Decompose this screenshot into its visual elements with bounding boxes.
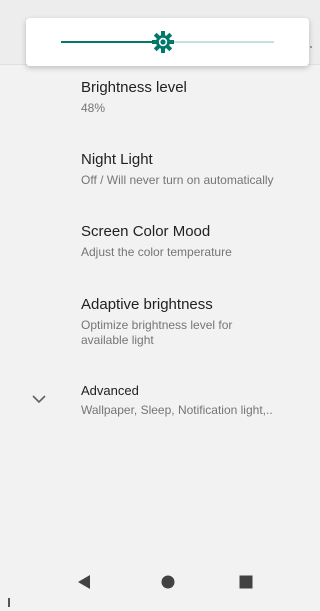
setting-summary: Off / Will never turn on automatically [81,173,274,187]
corner-mark [8,598,10,607]
recents-icon[interactable] [239,575,253,589]
brightness-slider[interactable] [61,31,274,53]
brightness-icon[interactable] [152,31,174,53]
setting-screen-color-mood[interactable]: Screen Color Mood Adjust the color tempe… [0,216,320,262]
back-icon[interactable] [77,574,91,590]
setting-title: Screen Color Mood [81,223,211,240]
setting-title: Night Light [81,151,153,168]
brightness-slider-popup [26,18,309,66]
chevron-down-icon [32,395,46,404]
setting-night-light[interactable]: Night Light Off / Will never turn on aut… [0,146,320,192]
setting-brightness-level[interactable]: Brightness level 48% [0,76,320,122]
navigation-bar [0,566,320,611]
setting-summary: Wallpaper, Sleep, Notification light,.. [81,403,273,417]
setting-summary: Optimize brightness level for available … [81,318,233,347]
edge-mark [310,46,312,48]
brightness-slider-fill [61,41,163,43]
setting-title: Advanced [81,383,139,398]
setting-title: Adaptive brightness [81,296,213,313]
setting-advanced[interactable]: Advanced Wallpaper, Sleep, Notification … [0,371,320,417]
home-icon[interactable] [161,575,175,589]
setting-summary: Adjust the color temperature [81,245,232,259]
setting-adaptive-brightness[interactable]: Adaptive brightness Optimize brightness … [0,286,320,348]
setting-summary: 48% [81,101,106,115]
display-settings-screen: Brightness level 48% Night Light Off / W… [0,0,320,611]
setting-title: Brightness level [81,79,187,96]
